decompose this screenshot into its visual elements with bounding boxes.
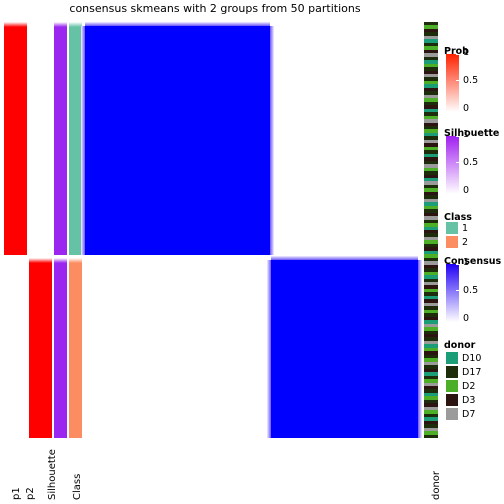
annotation-column-silhouette: [54, 22, 67, 438]
legend-tick-silhouette-0: 0: [463, 185, 470, 196]
legend-label-donor-D10: D10: [462, 353, 482, 364]
legend-tick-silhouette-1: 1: [463, 129, 470, 140]
legend-label-donor-D3: D3: [462, 395, 476, 406]
legend-swatch-class-1: [446, 222, 458, 234]
legend-label-donor-D17: D17: [462, 367, 482, 378]
axis-label-donor: donor: [431, 470, 442, 500]
legend-label-class-1: 1: [462, 223, 469, 234]
heatmap-figure: consensus skmeans with 2 groups from 50 …: [0, 0, 504, 504]
legend-tick-prob-0: 0: [463, 103, 470, 114]
legend-colorbar-silhouette: [446, 136, 459, 194]
legend-tick-consensus-1: 1: [463, 257, 470, 268]
annotation-class-fade-bottom: [69, 258, 82, 263]
heatmap-plot-area: [0, 22, 440, 438]
axis-label-p2: p2: [25, 487, 36, 500]
consensus-halo-top-1: [85, 22, 270, 26]
legend-tickmark-prob: [456, 54, 461, 55]
consensus-halo-right-2: [418, 260, 422, 438]
legend-tick-prob-1: 1: [463, 47, 470, 58]
consensus-block-class-1: [85, 26, 270, 255]
legend-panel: Prob 1 0.5 0 Silhouette 1 0.5 0 Class 1 2 Consensus…: [444, 22, 504, 482]
annotation-silhouette-block-bottom: [54, 258, 67, 438]
donor-stripe: [424, 434, 438, 438]
annotation-p1-block-bottom: [4, 258, 27, 438]
consensus-block-class-2: [271, 260, 418, 438]
annotation-p2-block-top: [29, 22, 52, 255]
legend-label-class-2: 2: [462, 237, 469, 248]
axis-label-p1: p1: [11, 487, 22, 500]
axis-label-class: Class: [72, 473, 83, 500]
chart-title: consensus skmeans with 2 groups from 50 …: [69, 2, 361, 15]
legend-swatch-donor-D10: [446, 352, 458, 364]
legend-colorbar-prob: [446, 54, 459, 112]
legend-label-donor-D7: D7: [462, 409, 476, 420]
legend-tickmark-consensus: [456, 264, 461, 265]
consensus-halo-top-2: [271, 256, 418, 260]
legend-title-donor: donor: [444, 340, 476, 351]
axis-label-silhouette: Silhouette: [47, 449, 58, 500]
annotation-class-block-bottom: [69, 258, 82, 438]
annotation-column-donor: [424, 22, 438, 438]
annotation-column-p1: [4, 22, 27, 438]
legend-label-donor-D2: D2: [462, 381, 476, 392]
legend-tick-consensus-0.5: 0.5: [463, 285, 479, 296]
legend-tickmark-prob: [456, 80, 461, 81]
legend-swatch-donor-D17: [446, 366, 458, 378]
consensus-halo-left-1: [81, 26, 85, 255]
annotation-p1-fade-top: [4, 22, 27, 27]
annotation-silhouette-fade-bottom: [54, 258, 67, 263]
legend-tick-silhouette-0.5: 0.5: [463, 157, 479, 168]
legend-swatch-donor-D7: [446, 408, 458, 420]
legend-swatch-class-2: [446, 236, 458, 248]
consensus-halo-right-1: [270, 26, 274, 255]
consensus-matrix: [81, 22, 422, 438]
annotation-silhouette-fade-top: [54, 22, 67, 27]
legend-colorbar-consensus: [446, 264, 459, 322]
annotation-column-p2: [29, 22, 52, 438]
annotation-p1-block-top: [4, 22, 27, 255]
legend-tickmark-consensus: [456, 290, 461, 291]
legend-tickmark-silhouette: [456, 162, 461, 163]
legend-tick-prob-0.5: 0.5: [463, 75, 479, 86]
legend-swatch-donor-D2: [446, 380, 458, 392]
legend-tick-consensus-0: 0: [463, 313, 470, 324]
annotation-p2-block-bottom: [29, 258, 52, 438]
consensus-halo-left-2: [267, 260, 271, 438]
annotation-silhouette-block-top: [54, 22, 67, 255]
legend-tickmark-silhouette: [456, 136, 461, 137]
annotation-p2-fade-bottom: [29, 258, 52, 263]
legend-swatch-donor-D3: [446, 394, 458, 406]
